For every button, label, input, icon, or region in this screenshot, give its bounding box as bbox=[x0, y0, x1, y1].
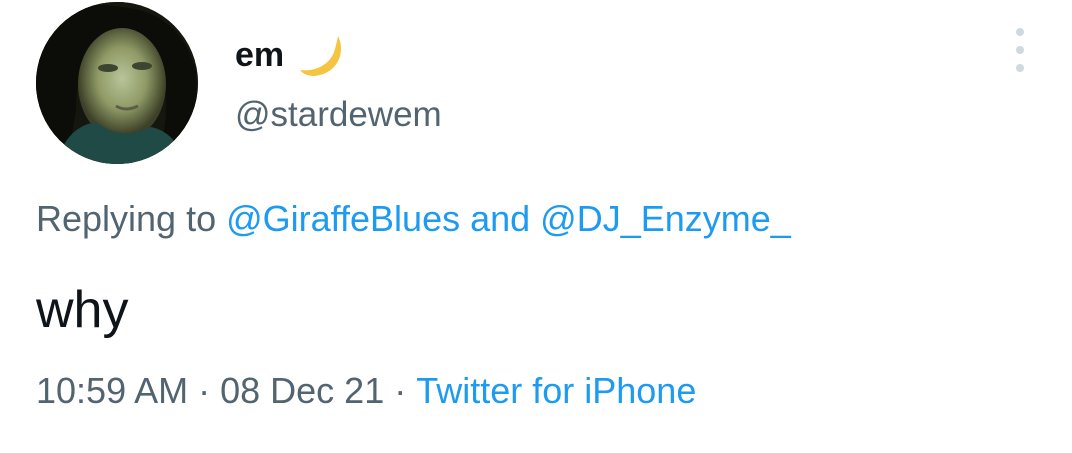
tweet-meta: 10:59 AM · 08 Dec 21 · Twitter for iPhone bbox=[36, 370, 696, 412]
meta-separator: · bbox=[198, 370, 211, 411]
user-handle[interactable]: @stardewem bbox=[235, 95, 442, 135]
tweet-source[interactable]: Twitter for iPhone bbox=[416, 370, 696, 411]
more-options-button[interactable] bbox=[1006, 28, 1034, 72]
tweet-time[interactable]: 10:59 AM bbox=[36, 370, 188, 411]
mention-giraffeblues[interactable]: @GiraffeBlues bbox=[226, 198, 460, 239]
more-dot-icon bbox=[1016, 28, 1024, 36]
crescent-moon-icon bbox=[298, 30, 348, 80]
tweet-text: why bbox=[36, 281, 129, 339]
replying-prefix: Replying to bbox=[36, 198, 227, 239]
display-name-row[interactable]: em bbox=[235, 30, 348, 80]
more-dot-icon bbox=[1016, 64, 1024, 72]
mention-conjunction: and bbox=[460, 198, 541, 239]
avatar[interactable] bbox=[36, 2, 198, 164]
mention-dj-enzyme[interactable]: @DJ_Enzyme_ bbox=[540, 198, 791, 239]
more-dot-icon bbox=[1016, 46, 1024, 54]
replying-to-line: Replying to @GiraffeBlues and @DJ_Enzyme… bbox=[36, 198, 791, 240]
tweet-date[interactable]: 08 Dec 21 bbox=[220, 370, 384, 411]
meta-separator: · bbox=[394, 370, 407, 411]
display-name[interactable]: em bbox=[235, 36, 284, 75]
